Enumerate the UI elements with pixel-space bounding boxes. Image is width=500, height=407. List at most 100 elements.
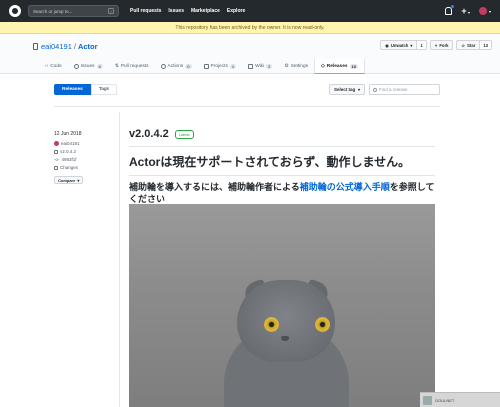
select-tag-dropdown[interactable]: Select tag ▾ xyxy=(329,84,365,95)
repo-name-link[interactable]: Actor xyxy=(78,42,98,51)
nav-marketplace[interactable]: Marketplace xyxy=(191,8,220,14)
tab-count: 0 xyxy=(185,64,192,69)
create-new-button[interactable]: + ▾ xyxy=(461,5,470,16)
repo-owner-link[interactable]: eai04191 xyxy=(41,42,72,51)
diff-icon xyxy=(54,165,58,170)
changes-label: Changes xyxy=(60,165,79,170)
cat-eye xyxy=(264,317,279,332)
divider xyxy=(54,106,440,107)
commit-icon: -o- xyxy=(54,157,60,162)
releases-segment[interactable]: Releases xyxy=(54,84,91,95)
tab-settings[interactable]: ⚙ Settings xyxy=(278,59,314,74)
book-icon xyxy=(248,64,254,69)
fork-button[interactable]: ⑂ Fork xyxy=(429,40,454,50)
tab-label: Wiki xyxy=(255,64,265,69)
commit-sha: 4983f1f xyxy=(61,157,77,162)
notification-toast[interactable]: GOULNET xyxy=(420,392,500,407)
gear-icon: ⚙ xyxy=(284,64,289,69)
unwatch-label: Unwatch xyxy=(390,42,409,48)
chevron-down-icon: ▾ xyxy=(357,87,360,92)
find-release-input[interactable]: Find a release xyxy=(369,84,440,95)
divider xyxy=(129,146,435,147)
global-nav: Pull requests Issues Marketplace Explore xyxy=(130,8,245,14)
tab-code[interactable]: ‹› Code xyxy=(39,59,68,74)
search-icon xyxy=(373,87,377,92)
release-changes-link[interactable]: Changes xyxy=(54,165,114,170)
repo-icon xyxy=(33,43,38,50)
repo-header: eai04191 / Actor ◉ Unwatch ▾ 1 ⑂ Fork ☆ Star… xyxy=(0,34,500,74)
nav-right: + ▾ ▾ xyxy=(445,5,491,16)
tab-label: Actions xyxy=(167,64,184,69)
fork-label: Fork xyxy=(439,42,449,48)
tags-segment[interactable]: Tags xyxy=(90,84,117,95)
tab-actions[interactable]: Actions 0 xyxy=(155,59,198,74)
chevron-down-icon: ▾ xyxy=(410,42,413,48)
search-shortcut-key: / xyxy=(108,8,114,14)
search-placeholder: Search or jump to... xyxy=(33,8,73,14)
tag-icon xyxy=(54,149,58,154)
repo-actions: ◉ Unwatch ▾ 1 ⑂ Fork ☆ Star 13 xyxy=(380,40,492,50)
avatar xyxy=(54,141,59,146)
project-icon xyxy=(203,64,209,69)
toast-thumbnail xyxy=(423,395,432,405)
tab-label: Releases xyxy=(326,63,348,69)
official-guide-link[interactable]: 補助輪の公式導入手順 xyxy=(300,182,390,192)
search-input[interactable]: Search or jump to... / xyxy=(28,5,119,17)
chevron-down-icon: ▾ xyxy=(77,177,80,183)
nav-issues[interactable]: Issues xyxy=(168,8,184,14)
release-image xyxy=(129,204,435,407)
top-navigation: Search or jump to... / Pull requests Iss… xyxy=(0,0,500,22)
divider xyxy=(129,174,435,175)
user-menu[interactable]: ▾ xyxy=(478,7,491,15)
pull-request-icon: ⇅ xyxy=(114,64,119,69)
github-logo-icon[interactable] xyxy=(9,5,21,17)
body-prefix: 補助輪を導入するには、補助輪作者による xyxy=(129,182,300,192)
release-heading: Actorは現在サポートされておらず、動作しません。 xyxy=(129,154,411,169)
tag-icon: ◇ xyxy=(321,63,325,69)
notifications-bell-icon[interactable] xyxy=(445,5,455,15)
tab-pull-requests[interactable]: ⇅ Pull requests xyxy=(109,59,155,74)
nav-pull-requests[interactable]: Pull requests xyxy=(130,8,161,14)
fork-icon: ⑂ xyxy=(434,42,438,48)
toast-text: GOULNET xyxy=(435,397,455,403)
latest-badge: Latest xyxy=(174,129,194,139)
release-body: v2.0.4.2 Latest Actorは現在サポートされておらず、動作しませ… xyxy=(129,128,440,205)
chevron-down-icon: ▾ xyxy=(488,8,491,14)
star-count[interactable]: 13 xyxy=(479,41,491,49)
tab-projects[interactable]: Projects 1 xyxy=(198,59,243,74)
tab-label: Pull requests xyxy=(120,64,149,69)
star-icon: ☆ xyxy=(461,42,466,48)
issue-icon xyxy=(73,64,79,69)
archived-banner: This repository has been archived by the… xyxy=(0,22,500,34)
tab-label: Code xyxy=(50,64,62,69)
star-button[interactable]: ☆ Star 13 xyxy=(456,40,492,50)
release-title[interactable]: v2.0.4.2 xyxy=(129,128,169,140)
cat-nose xyxy=(281,336,289,341)
compare-button[interactable]: Compare ▾ xyxy=(54,176,84,184)
release-author[interactable]: eai04191 xyxy=(54,141,114,146)
tab-label: Projects xyxy=(210,64,228,69)
watch-count[interactable]: 1 xyxy=(416,41,426,49)
nav-explore[interactable]: Explore xyxy=(227,8,245,14)
plus-icon: + xyxy=(461,5,467,16)
tab-label: Issues xyxy=(80,64,95,69)
release-date: 12 Jun 2018 xyxy=(54,131,82,137)
cat-eye xyxy=(315,317,330,332)
repo-title: eai04191 / Actor xyxy=(33,42,98,51)
compare-label: Compare xyxy=(58,177,76,183)
release-commit-link[interactable]: -o- 4983f1f xyxy=(54,157,114,162)
release-subheading: 補助輪を導入するには、補助輪作者による補助輪の公式導入手順を参照してください xyxy=(129,181,435,205)
release-tag-link[interactable]: v2.0.4.2 xyxy=(54,149,114,154)
tab-issues[interactable]: Issues 4 xyxy=(68,59,109,74)
tab-releases[interactable]: ◇ Releases 10 xyxy=(314,59,365,74)
tag-name: v2.0.4.2 xyxy=(60,149,77,154)
tab-wiki[interactable]: Wiki 2 xyxy=(242,59,278,74)
tab-count: 1 xyxy=(229,64,237,69)
eye-icon: ◉ xyxy=(385,42,389,48)
tab-count: 10 xyxy=(349,63,358,69)
star-label: Star xyxy=(467,42,476,48)
code-icon: ‹› xyxy=(45,64,49,69)
unwatch-button[interactable]: ◉ Unwatch ▾ 1 xyxy=(380,40,427,50)
release-meta: 12 Jun 2018 eai04191 v2.0.4.2 -o- 4983f1… xyxy=(54,131,114,184)
find-release-placeholder: Find a release xyxy=(379,87,408,92)
